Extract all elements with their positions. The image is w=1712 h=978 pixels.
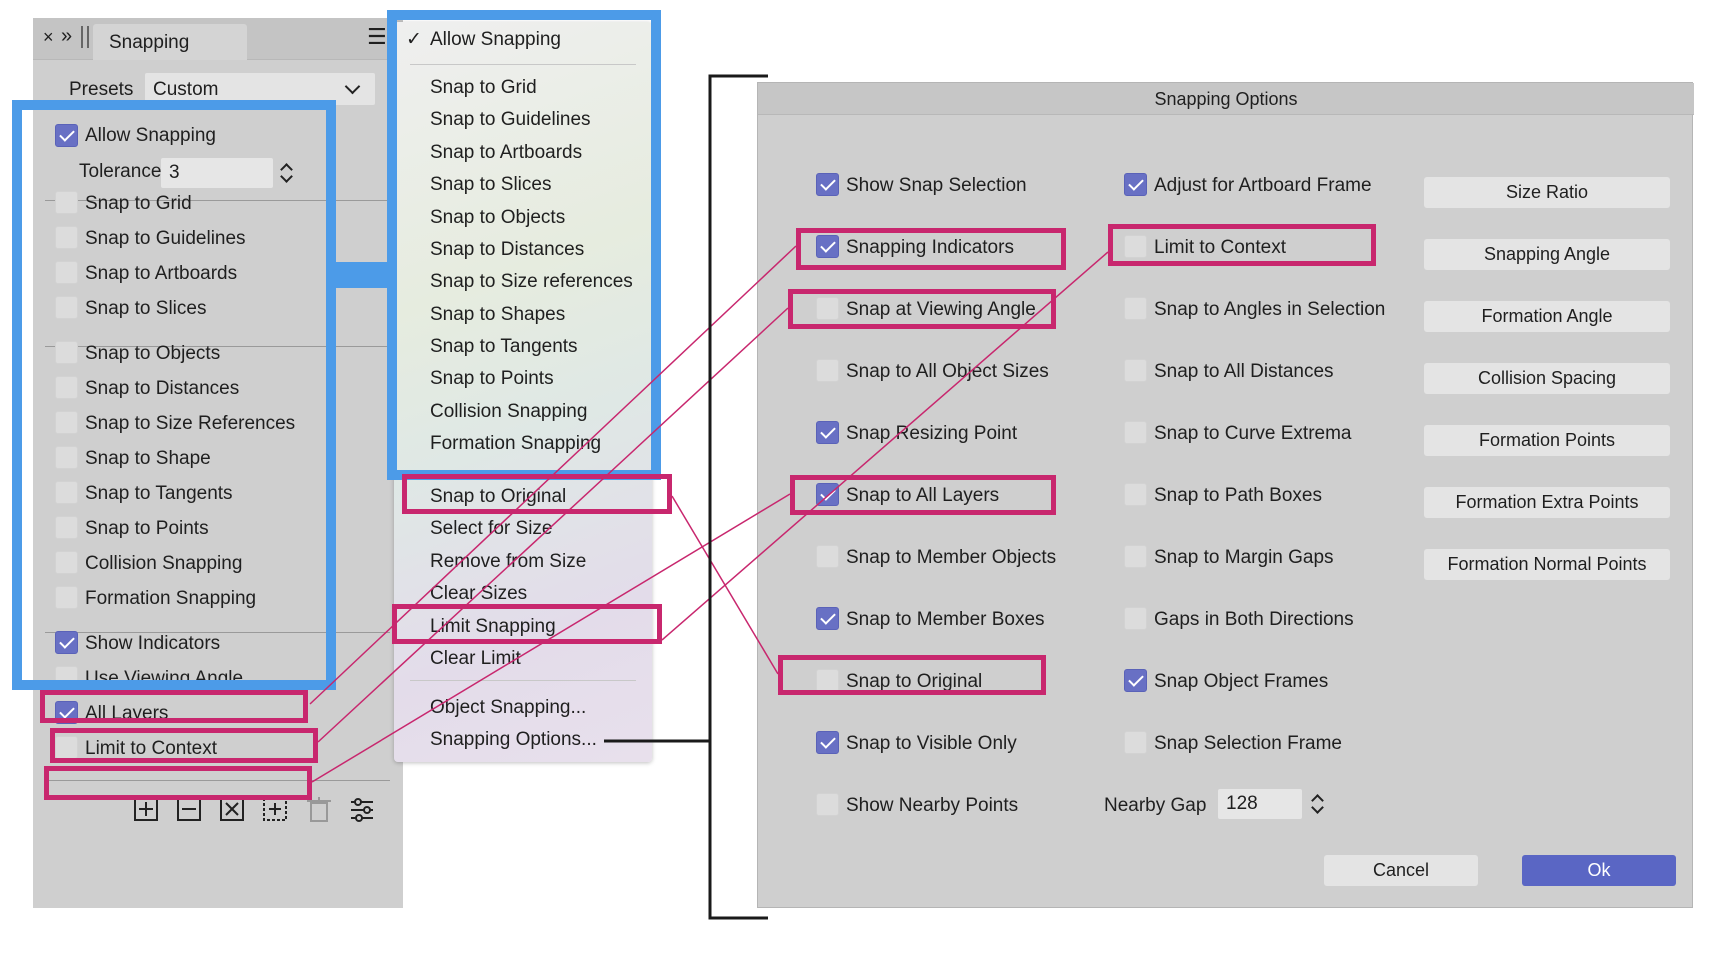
bracket [708, 74, 768, 920]
annotation-connectors [309, 74, 1109, 920]
connector-viewing-angle [317, 307, 789, 743]
connector-all-layers [311, 493, 791, 783]
connector-indicators [309, 245, 797, 705]
